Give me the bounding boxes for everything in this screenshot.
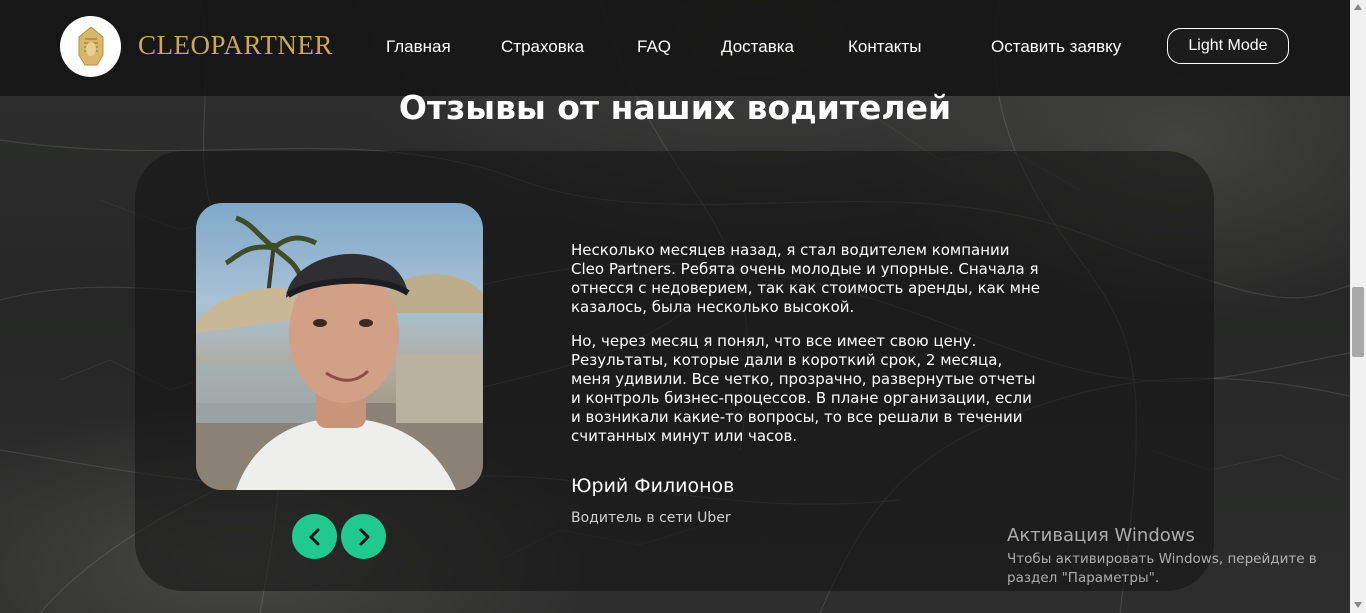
nav-home[interactable]: Главная [386, 37, 451, 57]
review-paragraph-1: Несколько месяцев назад, я стал водителе… [571, 241, 1041, 316]
nav-leave-request[interactable]: Оставить заявку [991, 37, 1121, 57]
scroll-down-arrow-icon[interactable] [1352, 600, 1364, 610]
chevron-right-icon [359, 528, 369, 545]
light-mode-button[interactable]: Light Mode [1167, 28, 1289, 64]
review-paragraph-2: Но, через месяц я понял, что все имеет с… [571, 332, 1036, 445]
chevron-left-icon [309, 528, 319, 545]
reviewer-photo [196, 203, 483, 490]
scrollbar-thumb[interactable] [1352, 287, 1364, 357]
section-title: Отзывы от наших водителей [398, 88, 952, 127]
nav-delivery[interactable]: Доставка [721, 37, 794, 57]
windows-activation-title: Активация Windows [1007, 525, 1195, 546]
scroll-up-arrow-icon[interactable] [1352, 2, 1364, 12]
carousel-next-button[interactable] [341, 514, 386, 559]
site-header: CLEOPARTNER Главная Страховка FAQ Достав… [0, 0, 1350, 96]
logo[interactable] [60, 16, 121, 77]
nav-insurance[interactable]: Страховка [501, 37, 584, 57]
review-author: Юрий Филионов [571, 475, 735, 497]
nav-contacts[interactable]: Контакты [848, 37, 921, 57]
nav-faq[interactable]: FAQ [637, 37, 671, 57]
review-author-role: Водитель в сети Uber [571, 510, 731, 526]
windows-activation-subtitle: Чтобы активировать Windows, перейдите в … [1007, 551, 1317, 586]
brand-name[interactable]: CLEOPARTNER [138, 30, 333, 61]
carousel-prev-button[interactable] [292, 514, 337, 559]
pharaoh-logo-icon [78, 25, 103, 65]
